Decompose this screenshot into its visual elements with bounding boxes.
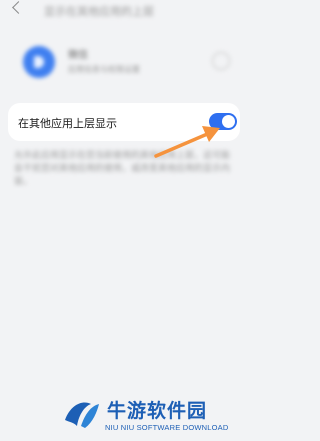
info-icon[interactable]	[212, 52, 230, 70]
watermark-en-text: NIU NIU SOFTWARE DOWNLOAD	[105, 423, 229, 432]
watermark-cn-text: 牛游软件园	[107, 400, 208, 422]
app-name: 微信	[68, 50, 88, 61]
watermark-logo-icon	[65, 402, 99, 428]
back-arrow-icon[interactable]	[12, 1, 25, 14]
app-info-row[interactable]: 微信 应用信息与权限设置	[0, 40, 249, 84]
watermark: 牛游软件园 NIU NIU SOFTWARE DOWNLOAD	[55, 396, 245, 436]
app-subtitle: 应用信息与权限设置	[68, 65, 140, 74]
top-bar: 显示在其他应用的上层	[0, 0, 249, 18]
app-icon	[23, 46, 55, 78]
overlay-permission-label: 在其他应用上层显示	[18, 117, 117, 130]
pointer-arrow-icon	[154, 126, 220, 158]
page-title: 显示在其他应用的上层	[44, 5, 154, 18]
